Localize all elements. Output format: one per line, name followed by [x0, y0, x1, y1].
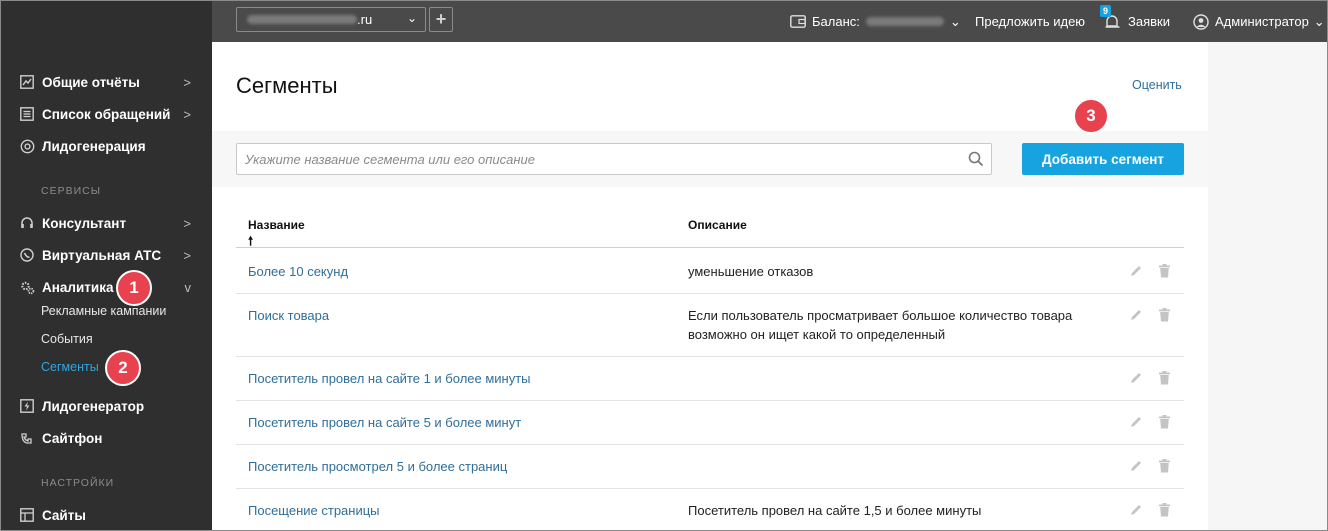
column-header-description: Описание — [688, 218, 747, 232]
page-title: Сегменты — [236, 73, 338, 98]
segment-name-link[interactable]: Посетитель провел на сайте 1 и более мин… — [248, 371, 531, 386]
table-row: Посетитель провел на сайте 5 и более мин… — [236, 401, 1184, 445]
sidebar-item-consultant[interactable]: Консультант > — [19, 212, 195, 234]
search-input[interactable] — [237, 145, 961, 173]
step-badge-3: 3 — [1073, 98, 1109, 134]
sidebar-item-general-reports[interactable]: Общие отчёты > — [19, 71, 195, 93]
sidebar-section-settings: НАСТРОЙКИ — [41, 477, 115, 489]
sidebar-subitem-ad-campaigns[interactable]: Рекламные кампании — [41, 304, 166, 318]
chevron-right-icon: > — [183, 106, 191, 122]
table-row: Посещение страницы Посетитель провел на … — [236, 489, 1184, 530]
segment-name-link[interactable]: Более 10 секунд — [248, 264, 348, 279]
requests-label: Заявки — [1128, 14, 1170, 29]
step-badge-2: 2 — [105, 350, 141, 386]
search-box — [236, 143, 992, 175]
pencil-icon[interactable] — [1128, 307, 1144, 323]
search-icon[interactable] — [961, 151, 991, 167]
sidebar-subitem-segments[interactable]: Сегменты — [41, 360, 99, 374]
column-header-name[interactable]: Название — [248, 218, 305, 232]
table-row: Более 10 секунд уменьшение отказов — [236, 248, 1184, 294]
segment-name-link[interactable]: Поиск товара — [248, 308, 329, 323]
segment-description: уменьшение отказов — [688, 264, 814, 279]
suggest-idea-link[interactable]: Предложить идею — [975, 1, 1085, 42]
site-selector[interactable]: .ru ⌄ — [236, 7, 426, 32]
segment-name-link[interactable]: Посещение страницы — [248, 503, 380, 518]
sidebar-item-label: Сайты — [42, 507, 86, 523]
sites-icon — [19, 507, 35, 523]
site-domain-suffix: .ru — [357, 12, 373, 27]
main-content: Сегменты Оценить Добавить сегмент Назван… — [212, 42, 1208, 530]
chevron-right-icon: > — [183, 74, 191, 90]
chevron-right-icon: > — [183, 215, 191, 231]
rate-link[interactable]: Оценить — [1132, 78, 1182, 92]
segment-description: Посетитель провел на сайте 1,5 и более м… — [688, 503, 982, 518]
sidebar-item-label: Лидогенерация — [42, 138, 146, 154]
requests-count-badge: 9 — [1100, 4, 1112, 17]
user-label: Администратор — [1215, 14, 1309, 29]
sidebar-item-sites[interactable]: Сайты — [19, 504, 195, 526]
headset-icon — [19, 215, 35, 231]
sidebar-item-lead-generation[interactable]: Лидогенерация — [19, 135, 195, 157]
sidebar-item-label: Лидогенератор — [42, 398, 145, 414]
phone-circle-icon — [19, 247, 35, 263]
sidebar-item-label: Список обращений — [42, 106, 171, 122]
sidebar: Общие отчёты > Список обращений > Лидоге… — [1, 1, 212, 530]
sidebar-item-analytics[interactable]: Аналитика v — [19, 276, 195, 298]
table-row: Посетитель просмотрел 5 и более страниц — [236, 445, 1184, 489]
sidebar-subitem-events[interactable]: События — [41, 332, 93, 346]
pencil-icon[interactable] — [1128, 458, 1144, 474]
add-segment-button[interactable]: Добавить сегмент — [1022, 143, 1184, 175]
pencil-icon[interactable] — [1128, 502, 1144, 518]
right-gutter — [1208, 42, 1327, 530]
segment-description: Если пользователь просматривает большое … — [688, 308, 1073, 342]
trash-icon[interactable] — [1156, 370, 1172, 386]
add-site-button[interactable]: + — [429, 7, 453, 32]
step-badge-1: 1 — [116, 270, 152, 306]
segment-name-link[interactable]: Посетитель просмотрел 5 и более страниц — [248, 459, 507, 474]
trash-icon[interactable] — [1156, 414, 1172, 430]
phone-icon — [19, 430, 35, 446]
app-window: Общие отчёты > Список обращений > Лидоге… — [0, 0, 1328, 531]
chevron-right-icon: > — [183, 247, 191, 263]
balance-label: Баланс: — [812, 14, 860, 29]
sidebar-item-label: Консультант — [42, 215, 127, 231]
balance[interactable]: Баланс: ⌄ — [790, 1, 961, 42]
sidebar-item-label: Сайтфон — [42, 430, 103, 446]
bell-icon: 9 — [1100, 4, 1121, 30]
top-bar: .ru ⌄ + Баланс: ⌄ Предложить идею 9 Заяв… — [212, 1, 1327, 42]
lightning-box-icon — [19, 398, 35, 414]
sidebar-item-requests-list[interactable]: Список обращений > — [19, 103, 195, 125]
trash-icon[interactable] — [1156, 263, 1172, 279]
table-row: Посетитель провел на сайте 1 и более мин… — [236, 357, 1184, 401]
redacted-domain — [247, 15, 357, 24]
table-row: Поиск товара Если пользователь просматри… — [236, 294, 1184, 357]
chevron-down-icon: ⌄ — [406, 11, 417, 25]
user-menu[interactable]: Администратор ⌄ — [1193, 1, 1325, 42]
pencil-icon[interactable] — [1128, 414, 1144, 430]
sidebar-item-label: Виртуальная АТС — [42, 247, 162, 263]
trash-icon[interactable] — [1156, 458, 1172, 474]
pencil-icon[interactable] — [1128, 370, 1144, 386]
chevron-down-icon: ⌄ — [949, 13, 961, 29]
list-icon — [19, 106, 35, 122]
user-avatar-icon — [1193, 13, 1209, 30]
sidebar-item-lead-generator[interactable]: Лидогенератор — [19, 395, 195, 417]
gears-icon — [19, 279, 35, 295]
requests-link[interactable]: 9 Заявки — [1100, 1, 1170, 42]
sidebar-section-services: СЕРВИСЫ — [41, 185, 102, 197]
redacted-balance — [865, 17, 944, 26]
lifebuoy-icon — [19, 138, 35, 154]
sidebar-item-sitephone[interactable]: Сайтфон — [19, 427, 195, 449]
segment-name-link[interactable]: Посетитель провел на сайте 5 и более мин… — [248, 415, 521, 430]
sidebar-item-label: Аналитика — [42, 279, 114, 295]
trash-icon[interactable] — [1156, 307, 1172, 323]
sidebar-item-virtual-pbx[interactable]: Виртуальная АТС > — [19, 244, 195, 266]
chart-icon — [19, 74, 35, 90]
sidebar-item-label: Общие отчёты — [42, 74, 140, 90]
chevron-down-icon: ⌄ — [1313, 13, 1325, 29]
wallet-icon — [790, 15, 806, 28]
chevron-down-icon: v — [184, 279, 192, 295]
trash-icon[interactable] — [1156, 502, 1172, 518]
pencil-icon[interactable] — [1128, 263, 1144, 279]
